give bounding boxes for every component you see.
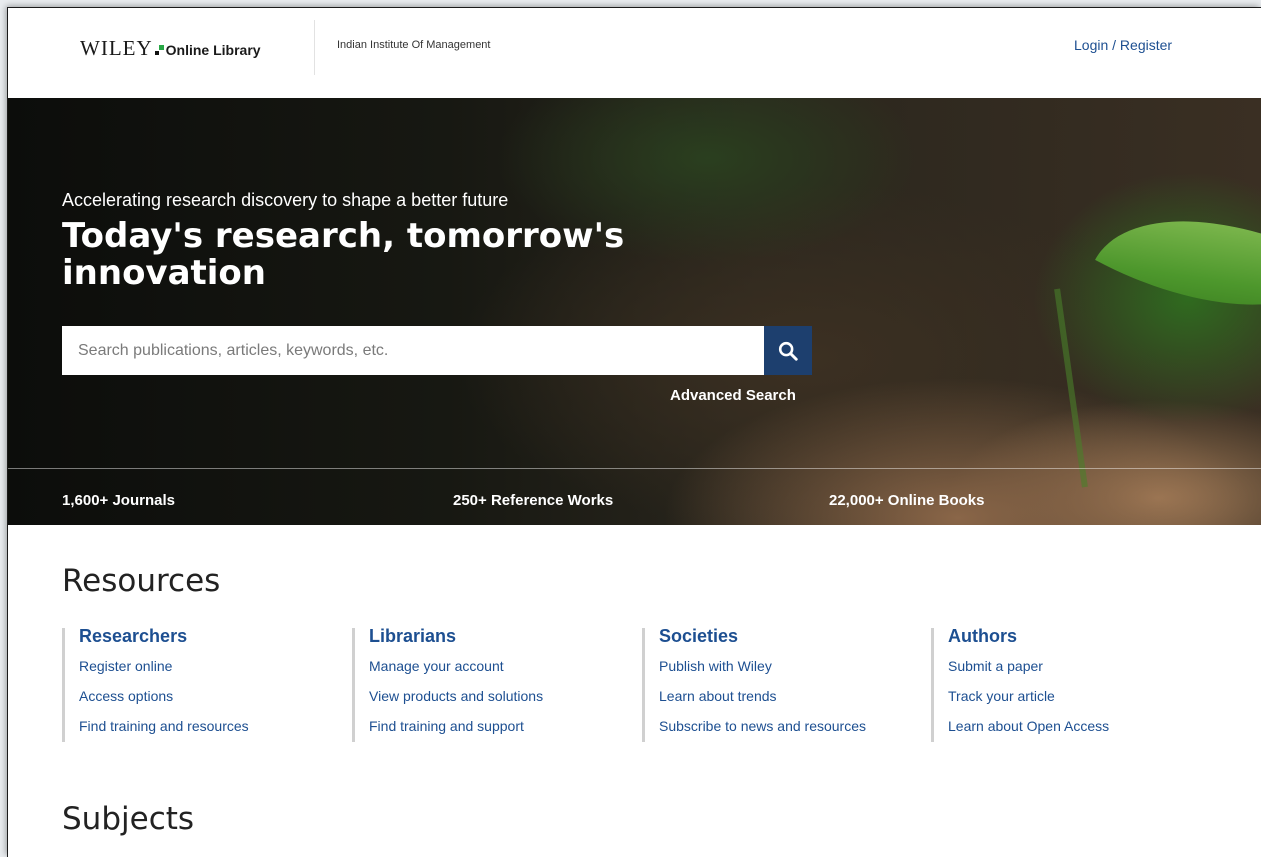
resource-link[interactable]: View products and solutions — [369, 688, 543, 718]
stat-online-books[interactable]: 22,000+ Online Books — [829, 492, 985, 509]
subjects-heading: Subjects — [62, 801, 195, 837]
resource-link[interactable]: Learn about trends — [659, 688, 866, 718]
stat-journals[interactable]: 1,600+ Journals — [62, 492, 175, 509]
hero-title: Today's research, tomorrow's innovation — [62, 216, 625, 293]
resources-column-librarians: Librarians Manage your account View prod… — [352, 626, 543, 742]
column-heading[interactable]: Researchers — [79, 626, 249, 658]
resource-link[interactable]: Learn about Open Access — [948, 718, 1109, 748]
login-register-link[interactable]: Login / Register — [1074, 37, 1172, 53]
resource-link[interactable]: Manage your account — [369, 658, 543, 688]
browser-viewport: WILEY Online Library Indian Institute Of… — [8, 8, 1261, 857]
column-heading[interactable]: Librarians — [369, 626, 543, 658]
resources-heading: Resources — [62, 563, 221, 599]
column-heading[interactable]: Authors — [948, 626, 1109, 658]
search-icon — [778, 341, 798, 361]
search-bar — [62, 326, 812, 375]
resource-link[interactable]: Track your article — [948, 688, 1109, 718]
search-button[interactable] — [764, 326, 812, 375]
advanced-search-link[interactable]: Advanced Search — [670, 387, 796, 404]
resource-link[interactable]: Submit a paper — [948, 658, 1109, 688]
institution-name: Indian Institute Of Management — [337, 39, 491, 51]
logo-wordmark: WILEY — [80, 36, 153, 60]
site-header: WILEY Online Library Indian Institute Of… — [8, 8, 1261, 98]
stat-reference-works[interactable]: 250+ Reference Works — [453, 492, 613, 509]
resource-link[interactable]: Access options — [79, 688, 249, 718]
resource-link[interactable]: Find training and support — [369, 718, 543, 748]
column-heading[interactable]: Societies — [659, 626, 866, 658]
resource-link[interactable]: Subscribe to news and resources — [659, 718, 866, 748]
resources-column-researchers: Researchers Register online Access optio… — [62, 626, 249, 742]
header-divider — [314, 20, 315, 75]
hero-banner: Accelerating research discovery to shape… — [8, 98, 1261, 525]
hero-sprout-decoration — [1054, 288, 1088, 488]
search-input[interactable] — [62, 326, 764, 375]
hero-leaf-decoration — [1095, 162, 1261, 364]
resource-link[interactable]: Publish with Wiley — [659, 658, 866, 688]
hero-separator — [8, 468, 1261, 469]
resource-link[interactable]: Register online — [79, 658, 249, 688]
wiley-logo[interactable]: WILEY Online Library — [80, 36, 261, 61]
resources-column-societies: Societies Publish with Wiley Learn about… — [642, 626, 866, 742]
resources-column-authors: Authors Submit a paper Track your articl… — [931, 626, 1109, 742]
resource-link[interactable]: Find training and resources — [79, 718, 249, 748]
hero-subtitle: Accelerating research discovery to shape… — [62, 190, 509, 210]
logo-online-library: Online Library — [165, 42, 261, 58]
logo-dots-icon — [154, 45, 164, 55]
